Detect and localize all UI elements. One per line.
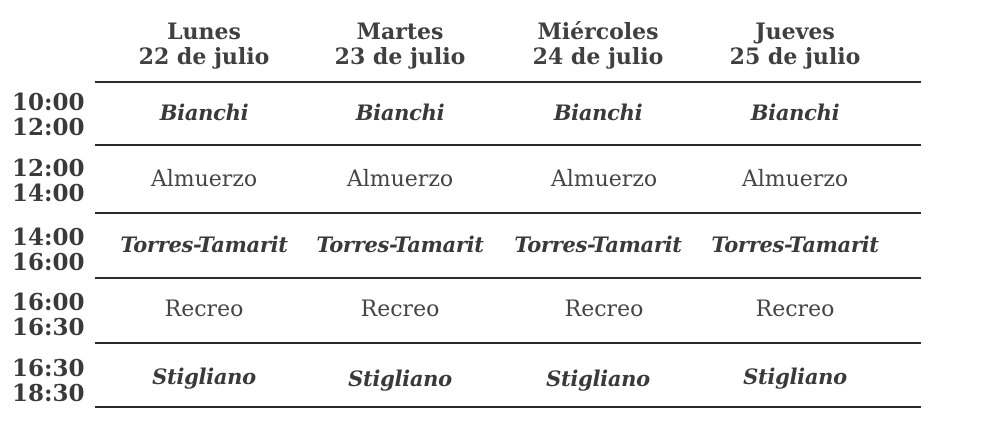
time-slot: 14:00 16:00 (12, 225, 92, 275)
time-slot: 10:00 12:00 (12, 90, 92, 140)
day-header-martes: Martes 23 de julio (302, 20, 498, 70)
time-start: 12:00 (12, 155, 85, 182)
break-cell: Recreo (360, 297, 440, 322)
break-cell: Recreo (164, 297, 244, 322)
session-cell: Bianchi (750, 100, 840, 125)
session-cell: Torres-Tamarit (514, 232, 682, 257)
time-start: 14:00 (12, 224, 85, 251)
session-cell: Torres-Tamarit (316, 232, 484, 257)
break-cell: Almuerzo (741, 167, 849, 192)
session-cell: Torres-Tamarit (120, 232, 288, 257)
time-slot: 16:00 16:30 (12, 290, 92, 340)
day-name: Lunes (167, 19, 241, 45)
day-name: Miércoles (537, 19, 659, 45)
day-header-jueves: Jueves 25 de julio (697, 20, 893, 70)
row-divider (95, 144, 921, 146)
time-slot: 16:30 18:30 (12, 356, 92, 406)
break-cell: Almuerzo (550, 167, 658, 192)
break-cell: Almuerzo (150, 167, 258, 192)
session-cell: Bianchi (355, 100, 445, 125)
day-name: Martes (356, 19, 444, 45)
time-start: 10:00 (12, 89, 85, 116)
header-divider (95, 81, 921, 83)
break-cell: Recreo (564, 297, 644, 322)
day-header-lunes: Lunes 22 de julio (106, 20, 302, 70)
time-end: 12:00 (12, 114, 85, 141)
row-divider (95, 342, 921, 344)
session-cell: Bianchi (159, 100, 249, 125)
row-divider (95, 277, 921, 279)
break-cell: Recreo (755, 297, 835, 322)
time-end: 16:00 (12, 249, 85, 276)
time-end: 14:00 (12, 180, 85, 207)
day-date: 25 de julio (729, 44, 861, 70)
time-start: 16:30 (12, 355, 85, 382)
day-name: Jueves (755, 19, 835, 45)
time-start: 16:00 (12, 289, 85, 316)
time-end: 16:30 (12, 314, 85, 341)
day-date: 24 de julio (532, 44, 664, 70)
session-cell: Bianchi (553, 100, 643, 125)
session-cell: Stigliano (152, 364, 256, 389)
session-cell: Stigliano (348, 366, 452, 391)
session-cell: Stigliano (546, 366, 650, 391)
bottom-divider (95, 406, 921, 408)
day-date: 22 de julio (138, 44, 270, 70)
row-divider (95, 212, 921, 214)
session-cell: Stigliano (743, 364, 847, 389)
day-header-miercoles: Miércoles 24 de julio (500, 20, 696, 70)
schedule-table: Lunes 22 de julio Martes 23 de julio Mié… (0, 0, 985, 447)
time-end: 18:30 (12, 380, 85, 407)
break-cell: Almuerzo (346, 167, 454, 192)
time-slot: 12:00 14:00 (12, 156, 92, 206)
day-date: 23 de julio (334, 44, 466, 70)
session-cell: Torres-Tamarit (711, 232, 879, 257)
